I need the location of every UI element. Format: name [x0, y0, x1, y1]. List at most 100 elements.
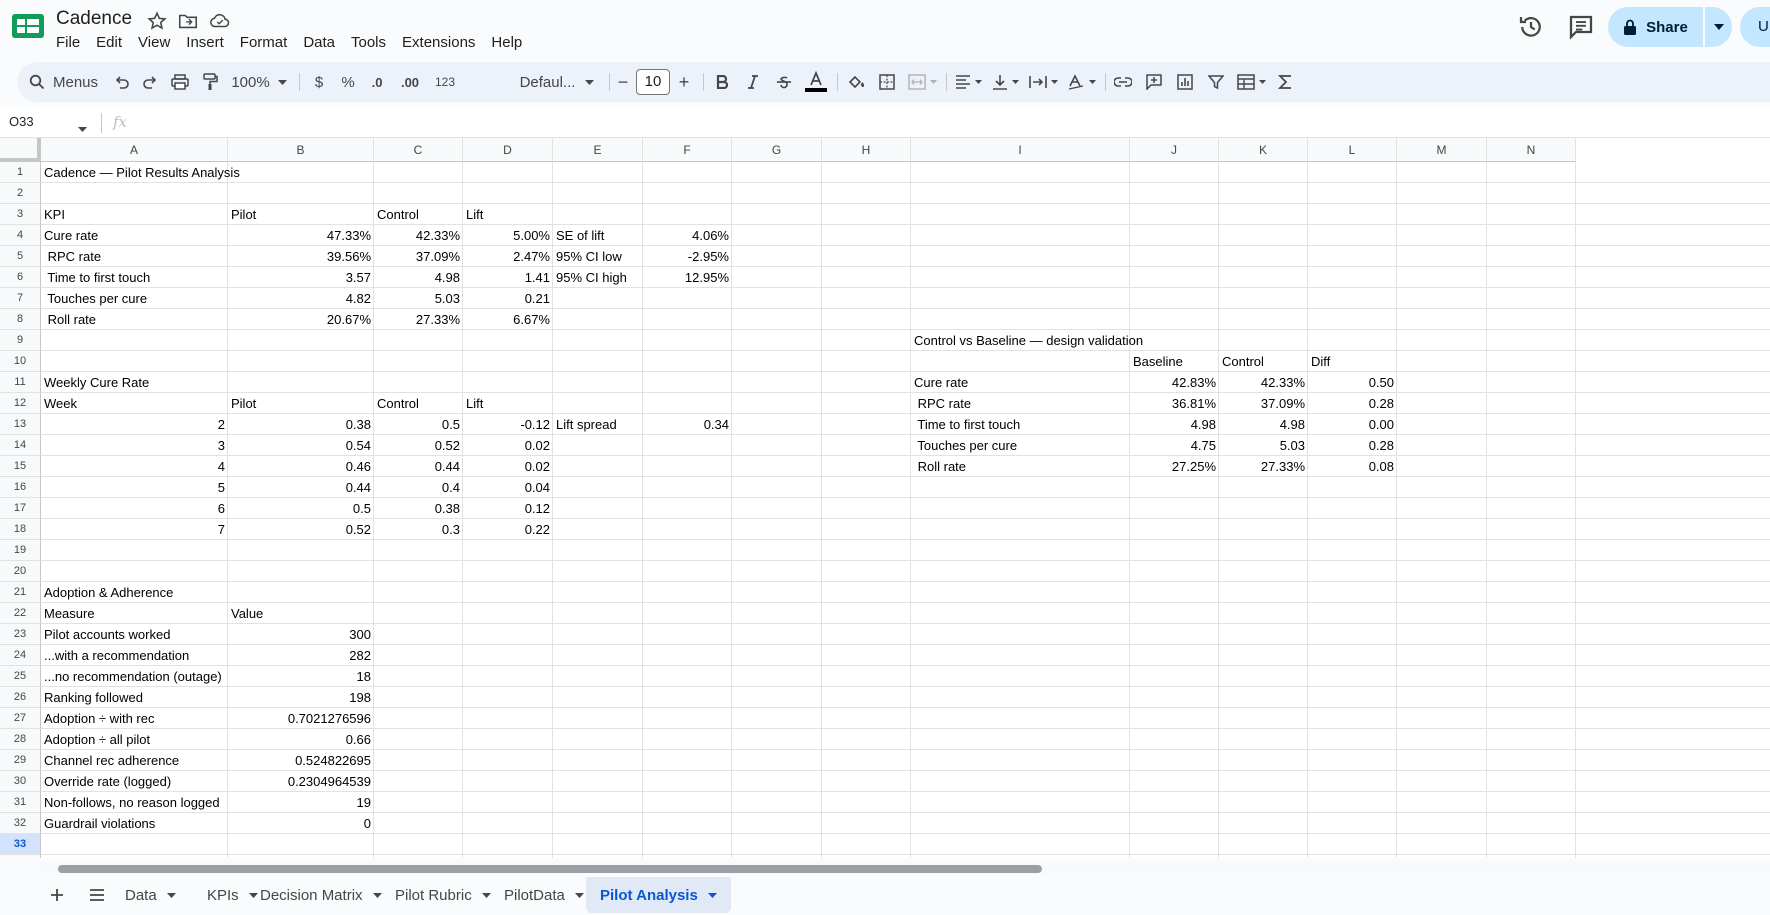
column-header-c[interactable]: C — [374, 138, 463, 162]
merge-cells-icon[interactable] — [904, 62, 940, 102]
cell-b32[interactable]: 0 — [228, 813, 374, 834]
chevron-down-icon[interactable] — [166, 892, 176, 898]
all-sheets-menu-icon[interactable] — [84, 874, 110, 915]
cell-a1[interactable]: Cadence — Pilot Results Analysis — [41, 162, 240, 183]
column-header-n[interactable]: N — [1487, 138, 1576, 162]
functions-sigma-icon[interactable] — [1272, 62, 1298, 102]
comments-icon[interactable] — [1566, 12, 1596, 42]
insert-chart-icon[interactable] — [1172, 62, 1198, 102]
row-header[interactable]: 5 — [0, 246, 41, 267]
cell-b3[interactable]: Pilot — [228, 204, 374, 225]
star-icon[interactable] — [146, 10, 168, 32]
cell-j12[interactable]: 36.81% — [1130, 393, 1219, 414]
number-format-button[interactable]: 123 — [428, 62, 462, 102]
cell-b14[interactable]: 0.54 — [228, 435, 374, 456]
sheet-tab-decision-matrix[interactable]: Decision Matrix — [246, 877, 396, 913]
row-header[interactable]: 26 — [0, 687, 41, 708]
cell-b12[interactable]: Pilot — [228, 393, 374, 414]
cell-a32[interactable]: Guardrail violations — [41, 813, 228, 834]
chevron-down-icon[interactable] — [707, 892, 717, 898]
row-header[interactable]: 27 — [0, 708, 41, 729]
bold-icon[interactable] — [709, 62, 735, 102]
cell-f6[interactable]: 12.95% — [643, 267, 732, 288]
column-header-d[interactable]: D — [463, 138, 553, 162]
cell-a30[interactable]: Override rate (logged) — [41, 771, 228, 792]
cell-e5[interactable]: 95% CI low — [553, 246, 643, 267]
increase-font-size-button[interactable]: + — [673, 62, 695, 102]
cell-d12[interactable]: Lift — [463, 393, 553, 414]
italic-icon[interactable] — [740, 62, 766, 102]
percent-format-button[interactable]: % — [335, 62, 361, 102]
cell-f5[interactable]: -2.95% — [643, 246, 732, 267]
chevron-down-icon[interactable] — [574, 892, 584, 898]
cell-l10[interactable]: Diff — [1308, 351, 1397, 372]
column-header-j[interactable]: J — [1130, 138, 1219, 162]
cell-b7[interactable]: 4.82 — [228, 288, 374, 309]
horizontal-align-icon[interactable] — [951, 62, 985, 102]
cell-i14[interactable]: Touches per cure — [911, 435, 1130, 456]
cell-d3[interactable]: Lift — [463, 204, 553, 225]
column-header-e[interactable]: E — [553, 138, 643, 162]
sheets-logo-icon[interactable] — [12, 12, 46, 40]
avatar[interactable]: U — [1740, 7, 1770, 47]
cell-k14[interactable]: 5.03 — [1219, 435, 1308, 456]
row-header[interactable]: 19 — [0, 540, 41, 561]
version-history-icon[interactable] — [1516, 12, 1546, 42]
cell-a27[interactable]: Adoption ÷ with rec — [41, 708, 228, 729]
menu-file[interactable]: File — [48, 31, 88, 54]
cell-e6[interactable]: 95% CI high — [553, 267, 643, 288]
undo-icon[interactable] — [110, 62, 134, 102]
row-header[interactable]: 30 — [0, 771, 41, 792]
cell-a31[interactable]: Non-follows, no reason logged — [41, 792, 228, 813]
cell-a5[interactable]: RPC rate — [41, 246, 228, 267]
cell-a14[interactable]: 3 — [41, 435, 228, 456]
share-options-chevron-down-icon[interactable] — [1705, 7, 1732, 47]
row-header[interactable]: 23 — [0, 624, 41, 645]
row-header[interactable]: 16 — [0, 477, 41, 498]
cell-j11[interactable]: 42.83% — [1130, 372, 1219, 393]
cell-d5[interactable]: 2.47% — [463, 246, 553, 267]
cell-j10[interactable]: Baseline — [1130, 351, 1219, 372]
cell-d14[interactable]: 0.02 — [463, 435, 553, 456]
row-header[interactable]: 2 — [0, 183, 41, 204]
cell-b17[interactable]: 0.5 — [228, 498, 374, 519]
cell-e13[interactable]: Lift spread — [553, 414, 643, 435]
row-header[interactable]: 29 — [0, 750, 41, 771]
text-wrapping-icon[interactable] — [1025, 62, 1061, 102]
cell-k11[interactable]: 42.33% — [1219, 372, 1308, 393]
cell-b6[interactable]: 3.57 — [228, 267, 374, 288]
document-title[interactable]: Cadence — [56, 8, 132, 30]
cell-f4[interactable]: 4.06% — [643, 225, 732, 246]
row-header[interactable]: 32 — [0, 813, 41, 834]
row-header[interactable]: 31 — [0, 792, 41, 813]
cell-c3[interactable]: Control — [374, 204, 463, 225]
sheet-tab-data[interactable]: Data — [111, 877, 190, 913]
cell-k13[interactable]: 4.98 — [1219, 414, 1308, 435]
cell-a21[interactable]: Adoption & Adherence — [41, 582, 228, 603]
cell-d15[interactable]: 0.02 — [463, 456, 553, 477]
row-header[interactable]: 20 — [0, 561, 41, 582]
sheet-tab-pilot-analysis[interactable]: Pilot Analysis — [586, 877, 731, 913]
column-header-i[interactable]: I — [911, 138, 1130, 162]
cell-a6[interactable]: Time to first touch — [41, 267, 228, 288]
cell-k12[interactable]: 37.09% — [1219, 393, 1308, 414]
cell-d6[interactable]: 1.41 — [463, 267, 553, 288]
row-header[interactable]: 7 — [0, 288, 41, 309]
menu-help[interactable]: Help — [483, 31, 530, 54]
row-header[interactable]: 8 — [0, 309, 41, 330]
sheet-tab-pilotdata[interactable]: PilotData — [490, 877, 598, 913]
cell-d4[interactable]: 5.00% — [463, 225, 553, 246]
share-button[interactable]: Share — [1608, 7, 1732, 47]
font-size-input[interactable]: 10 — [636, 69, 670, 95]
cell-j13[interactable]: 4.98 — [1130, 414, 1219, 435]
cell-b8[interactable]: 20.67% — [228, 309, 374, 330]
cell-b13[interactable]: 0.38 — [228, 414, 374, 435]
row-header[interactable]: 14 — [0, 435, 41, 456]
horizontal-scrollbar-thumb[interactable] — [58, 865, 1042, 873]
table-view-icon[interactable] — [1233, 62, 1269, 102]
cell-b15[interactable]: 0.46 — [228, 456, 374, 477]
cell-c17[interactable]: 0.38 — [374, 498, 463, 519]
cell-b16[interactable]: 0.44 — [228, 477, 374, 498]
paint-format-icon[interactable] — [197, 62, 223, 102]
cell-l12[interactable]: 0.28 — [1308, 393, 1397, 414]
